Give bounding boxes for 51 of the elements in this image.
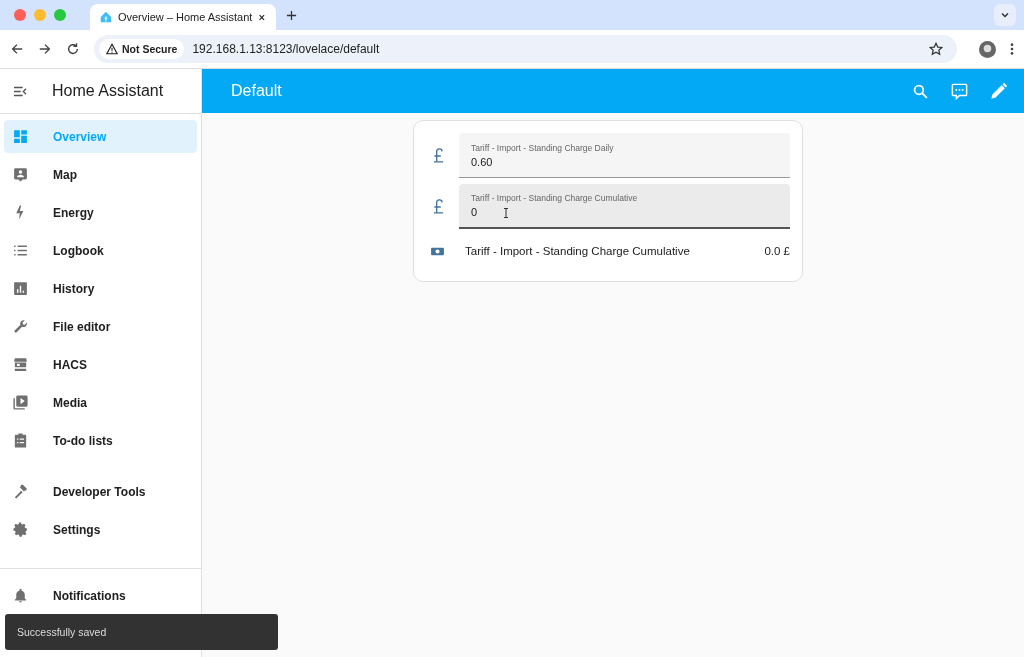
profile-avatar-icon[interactable] <box>979 40 996 58</box>
star-icon[interactable] <box>929 42 943 56</box>
text-cursor-icon <box>503 208 509 218</box>
warning-icon <box>106 43 118 55</box>
pound-sign-icon <box>433 148 444 163</box>
notifications-item[interactable]: Notifications <box>4 579 197 612</box>
sidebar-item-icon <box>12 432 29 449</box>
menu-icon[interactable] <box>1010 42 1014 56</box>
browser-tab[interactable]: Overview – Home Assistant <box>90 4 276 30</box>
bell-icon <box>12 587 29 604</box>
url-text: 192.168.1.13:8123/lovelace/default <box>192 42 380 56</box>
sidebar-item-icon <box>12 318 29 335</box>
sidebar-item[interactable]: Energy <box>4 196 197 229</box>
dashboard-title: Default <box>231 82 282 100</box>
sidebar-item[interactable]: Logbook <box>4 234 197 267</box>
forward-icon[interactable] <box>38 42 52 56</box>
number-input-field[interactable]: Tariff - Import - Standing Charge Cumulative 0 <box>459 184 790 229</box>
sidebar-item[interactable]: Media <box>4 386 197 419</box>
hammer-icon <box>12 483 29 500</box>
sidebar-item[interactable]: To-do lists <box>4 424 197 457</box>
chat-icon[interactable] <box>950 81 969 101</box>
sidebar-item[interactable]: Map <box>4 158 197 191</box>
address-bar[interactable]: Not Secure 192.168.1.13:8123/lovelace/default <box>94 35 957 63</box>
pound-sign-icon <box>433 199 444 214</box>
chevron-down-icon <box>1000 10 1010 20</box>
settings-icon <box>12 521 29 538</box>
toast-message: Successfully saved <box>5 614 278 650</box>
sidebar-item[interactable]: History <box>4 272 197 305</box>
sidebar-item[interactable]: File editor <box>4 310 197 343</box>
banknote-icon <box>430 245 445 257</box>
sidebar-item-icon <box>12 356 29 373</box>
back-icon[interactable] <box>10 42 24 56</box>
tab-list-button[interactable] <box>994 4 1016 26</box>
sidebar-item-icon <box>12 394 29 411</box>
sidebar-item-icon <box>12 128 29 145</box>
app-title: Home Assistant <box>52 82 164 100</box>
entity-name: Tariff - Import - Standing Charge Cumulative <box>465 245 690 257</box>
sidebar-item[interactable]: Settings <box>4 513 197 546</box>
number-input-field[interactable]: Tariff - Import - Standing Charge Daily 0.60 <box>459 133 790 178</box>
security-chip[interactable]: Not Secure <box>99 39 185 59</box>
entity-state: 0.0 £ <box>764 245 790 257</box>
tab-title: Overview – Home Assistant <box>117 11 253 23</box>
house-icon <box>100 10 112 24</box>
reload-icon[interactable] <box>66 42 80 56</box>
pencil-icon[interactable] <box>989 81 1008 101</box>
sidebar-item[interactable]: HACS <box>4 348 197 381</box>
sidebar-item-icon <box>12 280 29 297</box>
close-icon[interactable] <box>258 12 266 22</box>
sidebar-item-icon <box>12 166 29 183</box>
sidebar-item[interactable]: Developer Tools <box>4 475 197 508</box>
new-tab-icon[interactable] <box>286 9 297 21</box>
